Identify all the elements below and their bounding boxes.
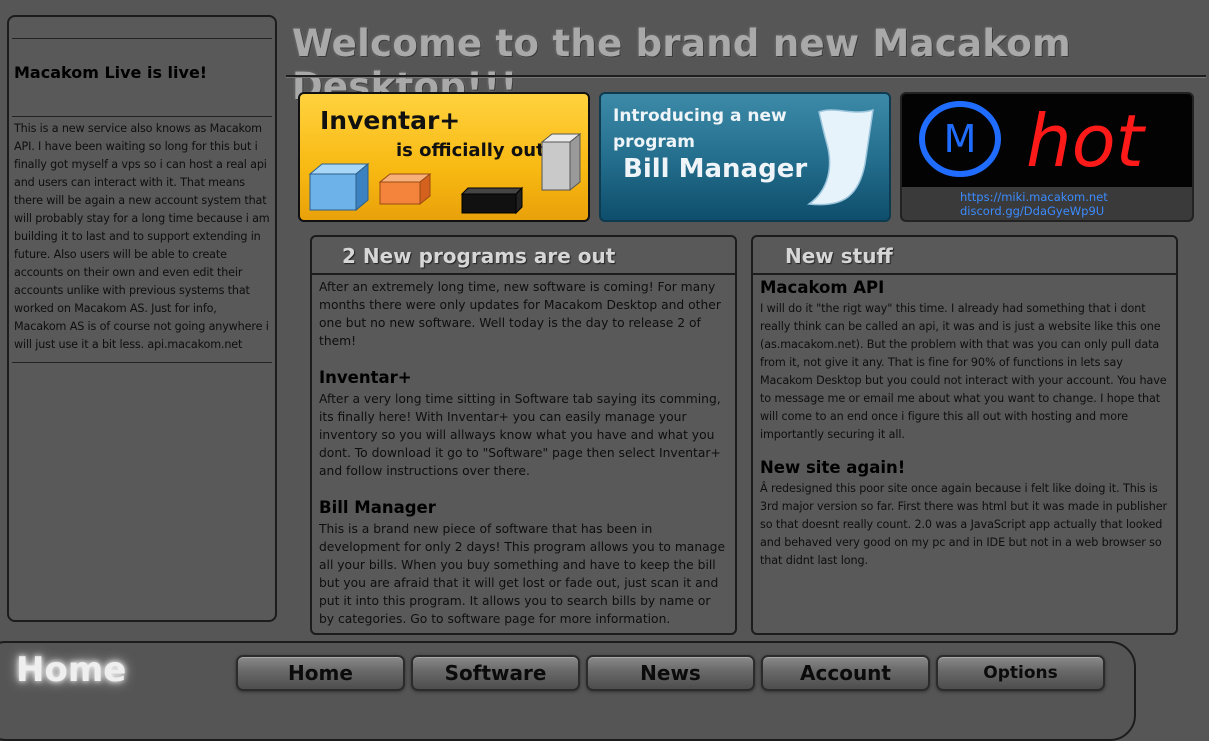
m-logo-letter: M [944,117,977,161]
sidebar: Macakom Live is live! This is a new serv… [7,15,277,622]
hot-logo-word: hot [1026,100,1147,180]
nav-account-button[interactable]: Account [761,655,930,691]
news-panel: New stuff Macakom API I will do it "the … [751,235,1178,635]
bill-manager-banner[interactable]: Introducing a new program Bill Manager [599,92,891,222]
api-heading: Macakom API [760,278,885,297]
sidebar-title: Macakom Live is live! [14,63,208,82]
nav-news-button[interactable]: News [586,655,755,691]
nav-options-button[interactable]: Options [936,655,1105,691]
orange-box-icon [378,172,432,206]
divider [12,116,272,117]
site-heading: New site again! [760,458,906,477]
hot-word-icon: hot [1026,100,1147,180]
bill-banner-intro: Introducing a new program [613,103,787,155]
site-text: Â redesigned this poor site once again b… [760,482,1167,567]
programs-intro: After an extremely long time, new softwa… [319,280,721,348]
m-logo-icon: M [919,101,1001,177]
divider [286,75,1206,78]
inventar-banner-title: Inventar+ [320,106,461,135]
bill-banner-line1: Introducing a new [613,106,787,126]
nav-software-button[interactable]: Software [411,655,580,691]
nav-home-button[interactable]: Home [236,655,405,691]
programs-panel: 2 New programs are out After an extremel… [310,235,737,635]
sidebar-text: This is a new service also knows as Maca… [14,122,270,351]
inventar-heading: Inventar+ [319,368,412,387]
bill-heading: Bill Manager [319,498,436,517]
news-panel-title: New stuff [753,237,1176,275]
hot-banner-links: https://miki.macakom.net discord.gg/DdaG… [902,187,1192,220]
black-box-icon [460,186,524,215]
gray-box-icon [540,132,582,192]
paper-icon [806,108,874,206]
current-page-label: Home [16,650,127,690]
divider [12,362,272,363]
bill-text: This is a brand new piece of software th… [319,522,726,626]
discord-link[interactable]: discord.gg/DdaGyeWp9U [960,204,1192,218]
blue-box-icon [308,162,370,212]
programs-panel-title: 2 New programs are out [312,237,735,275]
inventar-text: After a very long time sitting in Softwa… [319,392,721,478]
bill-banner-line2: program [613,132,695,152]
bill-banner-title: Bill Manager [623,154,808,184]
hot-banner[interactable]: M hot https://miki.macakom.net discord.g… [900,92,1194,222]
inventar-banner[interactable]: Inventar+ is officially out! [298,92,590,222]
miki-link[interactable]: https://miki.macakom.net [960,190,1192,204]
api-text: I will do it "the rigt way" this time. I… [760,302,1167,441]
divider [12,38,272,39]
inventar-banner-subtitle: is officially out! [396,140,553,161]
